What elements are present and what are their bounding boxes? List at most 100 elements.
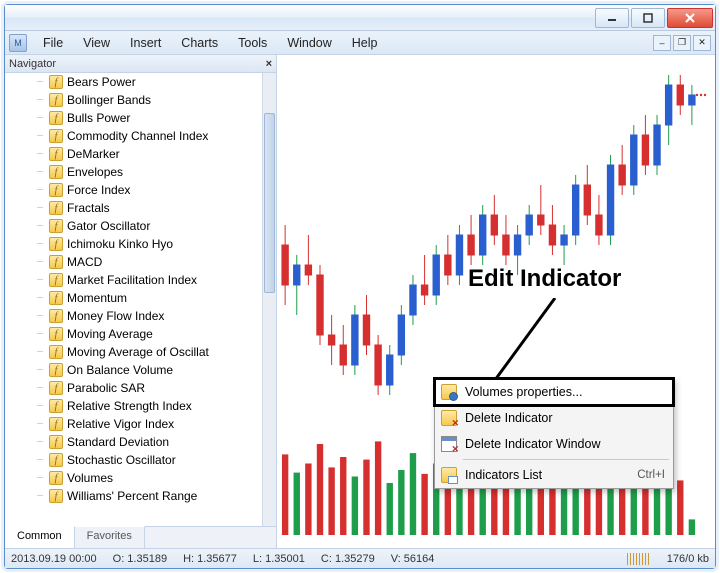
indicator-icon: f [49,147,63,161]
indicator-icon: f [49,75,63,89]
annotation-arrow [495,298,585,380]
indicator-label: Bulls Power [67,111,130,125]
indicator-item[interactable]: ┈fParabolic SAR [5,379,262,397]
indicator-icon: f [49,183,63,197]
indicator-icon: f [49,237,63,251]
indicator-item[interactable]: ┈fBears Power [5,73,262,91]
indicator-item[interactable]: ┈fMomentum [5,289,262,307]
window-minimize-button[interactable] [595,8,629,28]
indicator-label: Gator Oscillator [67,219,150,233]
window-maximize-button[interactable] [631,8,665,28]
context-item-label: Delete Indicator [465,411,665,425]
menu-insert[interactable]: Insert [120,33,171,53]
mdi-close-button[interactable]: ✕ [693,35,711,51]
indicator-label: Fractals [67,201,110,215]
indicator-icon: f [49,381,63,395]
indicator-icon: f [49,417,63,431]
menu-tools[interactable]: Tools [228,33,277,53]
indicator-icon: f [49,453,63,467]
status-volume: V: 56164 [391,553,435,565]
indicator-label: Envelopes [67,165,123,179]
indicator-label: DeMarker [67,147,120,161]
menu-file[interactable]: File [33,33,73,53]
indicator-icon: f [49,273,63,287]
scrollbar-thumb[interactable] [264,113,275,293]
mdi-restore-button[interactable]: ❐ [673,35,691,51]
indicator-item[interactable]: ┈fCommodity Channel Index [5,127,262,145]
context-item-label: Volumes properties... [465,385,665,399]
context-delete-indicator-window[interactable]: Delete Indicator Window [435,431,673,457]
context-volumes-properties[interactable]: Volumes properties... [435,379,673,405]
connection-icon [627,553,651,565]
indicator-item[interactable]: ┈fMACD [5,253,262,271]
indicator-item[interactable]: ┈fBollinger Bands [5,91,262,109]
delete-window-icon [441,436,457,452]
indicator-label: Relative Vigor Index [67,417,174,431]
navigator-panel: Navigator × ┈fBears Power┈fBollinger Ban… [5,55,277,548]
status-traffic: 176/0 kb [667,553,709,565]
indicator-item[interactable]: ┈fVolumes [5,469,262,487]
indicator-item[interactable]: ┈fForce Index [5,181,262,199]
indicator-label: Commodity Channel Index [67,129,208,143]
indicator-label: Force Index [67,183,130,197]
indicator-icon: f [49,255,63,269]
list-icon [441,467,457,483]
indicator-label: Parabolic SAR [67,381,145,395]
indicator-icon: f [49,489,63,503]
window-close-button[interactable] [667,8,713,28]
indicator-label: Standard Deviation [67,435,169,449]
context-delete-indicator[interactable]: Delete Indicator [435,405,673,431]
indicator-item[interactable]: ┈fMarket Facilitation Index [5,271,262,289]
status-low: L: 1.35001 [253,553,305,565]
indicator-item[interactable]: ┈fStandard Deviation [5,433,262,451]
indicator-label: Bollinger Bands [67,93,151,107]
menu-view[interactable]: View [73,33,120,53]
indicator-item[interactable]: ┈fRelative Strength Index [5,397,262,415]
properties-icon [441,384,457,400]
indicator-item[interactable]: ┈fDeMarker [5,145,262,163]
indicator-item[interactable]: ┈fMoving Average of Oscillat [5,343,262,361]
navigator-title: Navigator [9,58,56,70]
indicator-item[interactable]: ┈fFractals [5,199,262,217]
indicator-icon: f [49,201,63,215]
indicator-icon: f [49,291,63,305]
navigator-close-icon[interactable]: × [266,58,272,70]
indicator-item[interactable]: ┈fEnvelopes [5,163,262,181]
tab-common[interactable]: Common [5,526,75,548]
indicator-label: Momentum [67,291,127,305]
annotation-label: Edit Indicator [468,265,621,293]
delete-icon [441,410,457,426]
indicator-label: Moving Average [67,327,153,341]
indicator-label: On Balance Volume [67,363,173,377]
indicator-item[interactable]: ┈fOn Balance Volume [5,361,262,379]
indicator-item[interactable]: ┈fBulls Power [5,109,262,127]
indicator-icon: f [49,435,63,449]
menu-charts[interactable]: Charts [171,33,228,53]
indicator-item[interactable]: ┈fRelative Vigor Index [5,415,262,433]
indicator-item[interactable]: ┈fStochastic Oscillator [5,451,262,469]
indicator-icon: f [49,93,63,107]
indicator-item[interactable]: ┈fMoving Average [5,325,262,343]
navigator-header[interactable]: Navigator × [5,55,276,73]
context-item-label: Indicators List [465,468,637,482]
indicator-icon: f [49,219,63,233]
indicator-item[interactable]: ┈fMoney Flow Index [5,307,262,325]
indicator-item[interactable]: ┈fWilliams' Percent Range [5,487,262,505]
indicator-item[interactable]: ┈fIchimoku Kinko Hyo [5,235,262,253]
context-indicators-list[interactable]: Indicators ListCtrl+I [435,462,673,488]
indicator-label: Ichimoku Kinko Hyo [67,237,173,251]
navigator-scrollbar[interactable] [262,73,276,526]
tab-favorites[interactable]: Favorites [75,526,145,548]
menu-help[interactable]: Help [342,33,388,53]
mdi-minimize-button[interactable]: – [653,35,671,51]
indicator-item[interactable]: ┈fGator Oscillator [5,217,262,235]
navigator-tree: ┈fBears Power┈fBollinger Bands┈fBulls Po… [5,73,276,526]
menu-window[interactable]: Window [277,33,341,53]
indicator-label: Money Flow Index [67,309,164,323]
window-titlebar[interactable] [5,5,715,31]
status-datetime: 2013.09.19 00:00 [11,553,97,565]
indicator-label: Bears Power [67,75,136,89]
context-item-label: Delete Indicator Window [465,437,665,451]
indicator-label: Stochastic Oscillator [67,453,176,467]
app-icon: M [9,34,27,52]
